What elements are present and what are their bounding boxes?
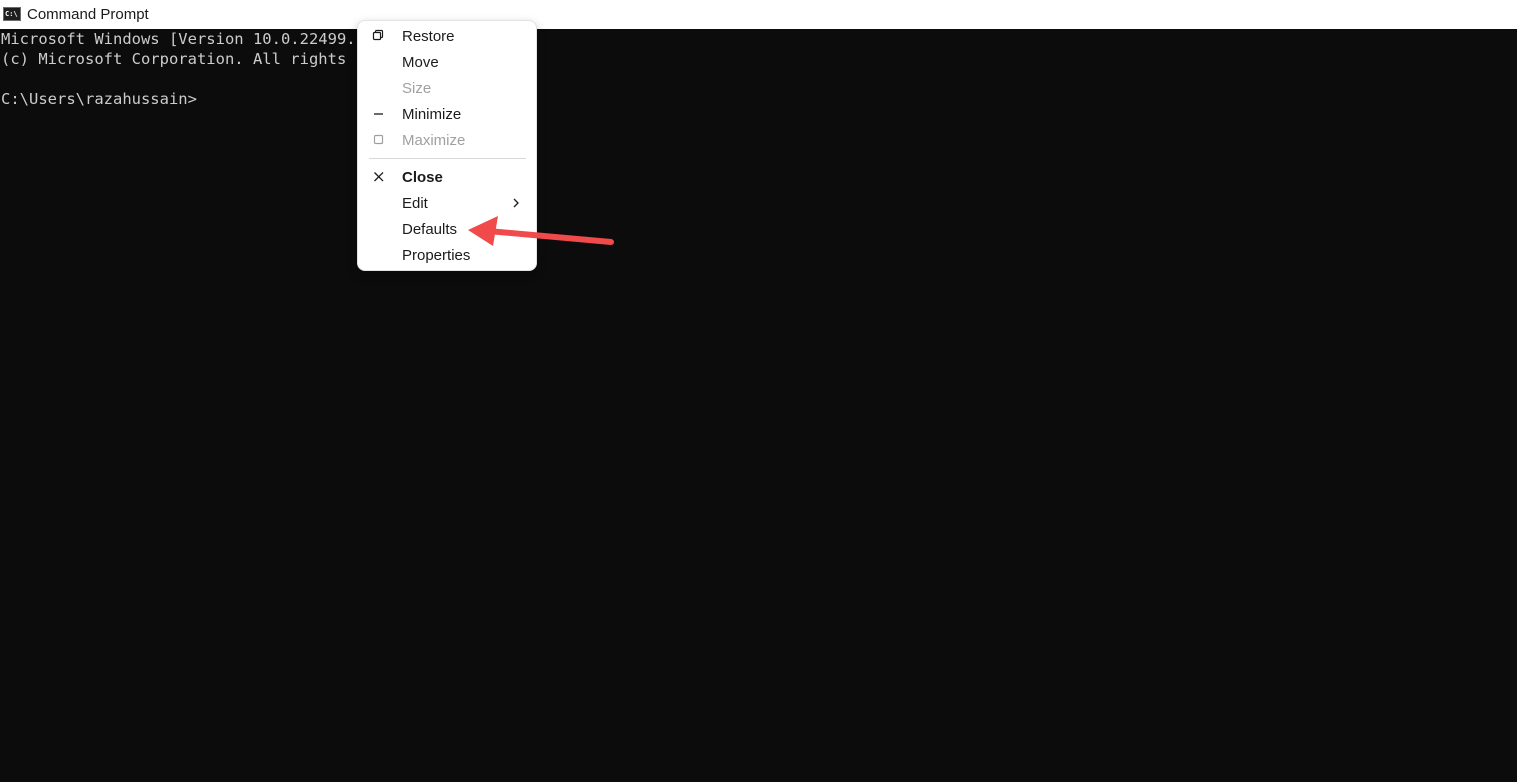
- restore-icon: [372, 29, 384, 41]
- menu-item-label: Minimize: [402, 106, 462, 123]
- menu-item-label: Restore: [402, 28, 455, 45]
- menu-separator: [369, 158, 526, 159]
- window-title: Command Prompt: [27, 6, 149, 23]
- chevron-right-icon: [513, 198, 519, 208]
- close-icon: [374, 172, 384, 182]
- maximize-icon: [373, 134, 384, 145]
- console-prompt: C:\Users\razahussain>: [1, 90, 197, 108]
- minimize-icon: [374, 113, 383, 115]
- console-line: Microsoft Windows [Version 10.0.22499.10: [1, 30, 375, 48]
- annotation-arrow: [468, 216, 614, 246]
- menu-item-restore[interactable]: Restore: [358, 24, 536, 50]
- menu-item-minimize[interactable]: Minimize: [358, 102, 536, 128]
- cmd-app-icon[interactable]: C:\: [3, 7, 21, 21]
- menu-item-move[interactable]: Move: [358, 50, 536, 76]
- menu-item-label: Size: [402, 80, 432, 97]
- menu-item-label: Edit: [402, 195, 428, 212]
- console-area[interactable]: Microsoft Windows [Version 10.0.22499.10…: [1, 29, 1511, 782]
- title-bar[interactable]: C:\ Command Prompt: [0, 0, 1517, 29]
- menu-item-label: Move: [402, 54, 439, 71]
- menu-item-close[interactable]: Close: [358, 165, 536, 191]
- console-line: (c) Microsoft Corporation. All rights re: [1, 50, 375, 68]
- menu-item-label: Maximize: [402, 132, 466, 149]
- menu-item-label: Close: [402, 169, 443, 186]
- menu-item-label: Defaults: [402, 221, 458, 238]
- menu-item-size: Size: [358, 76, 536, 102]
- menu-item-maximize: Maximize: [358, 128, 536, 154]
